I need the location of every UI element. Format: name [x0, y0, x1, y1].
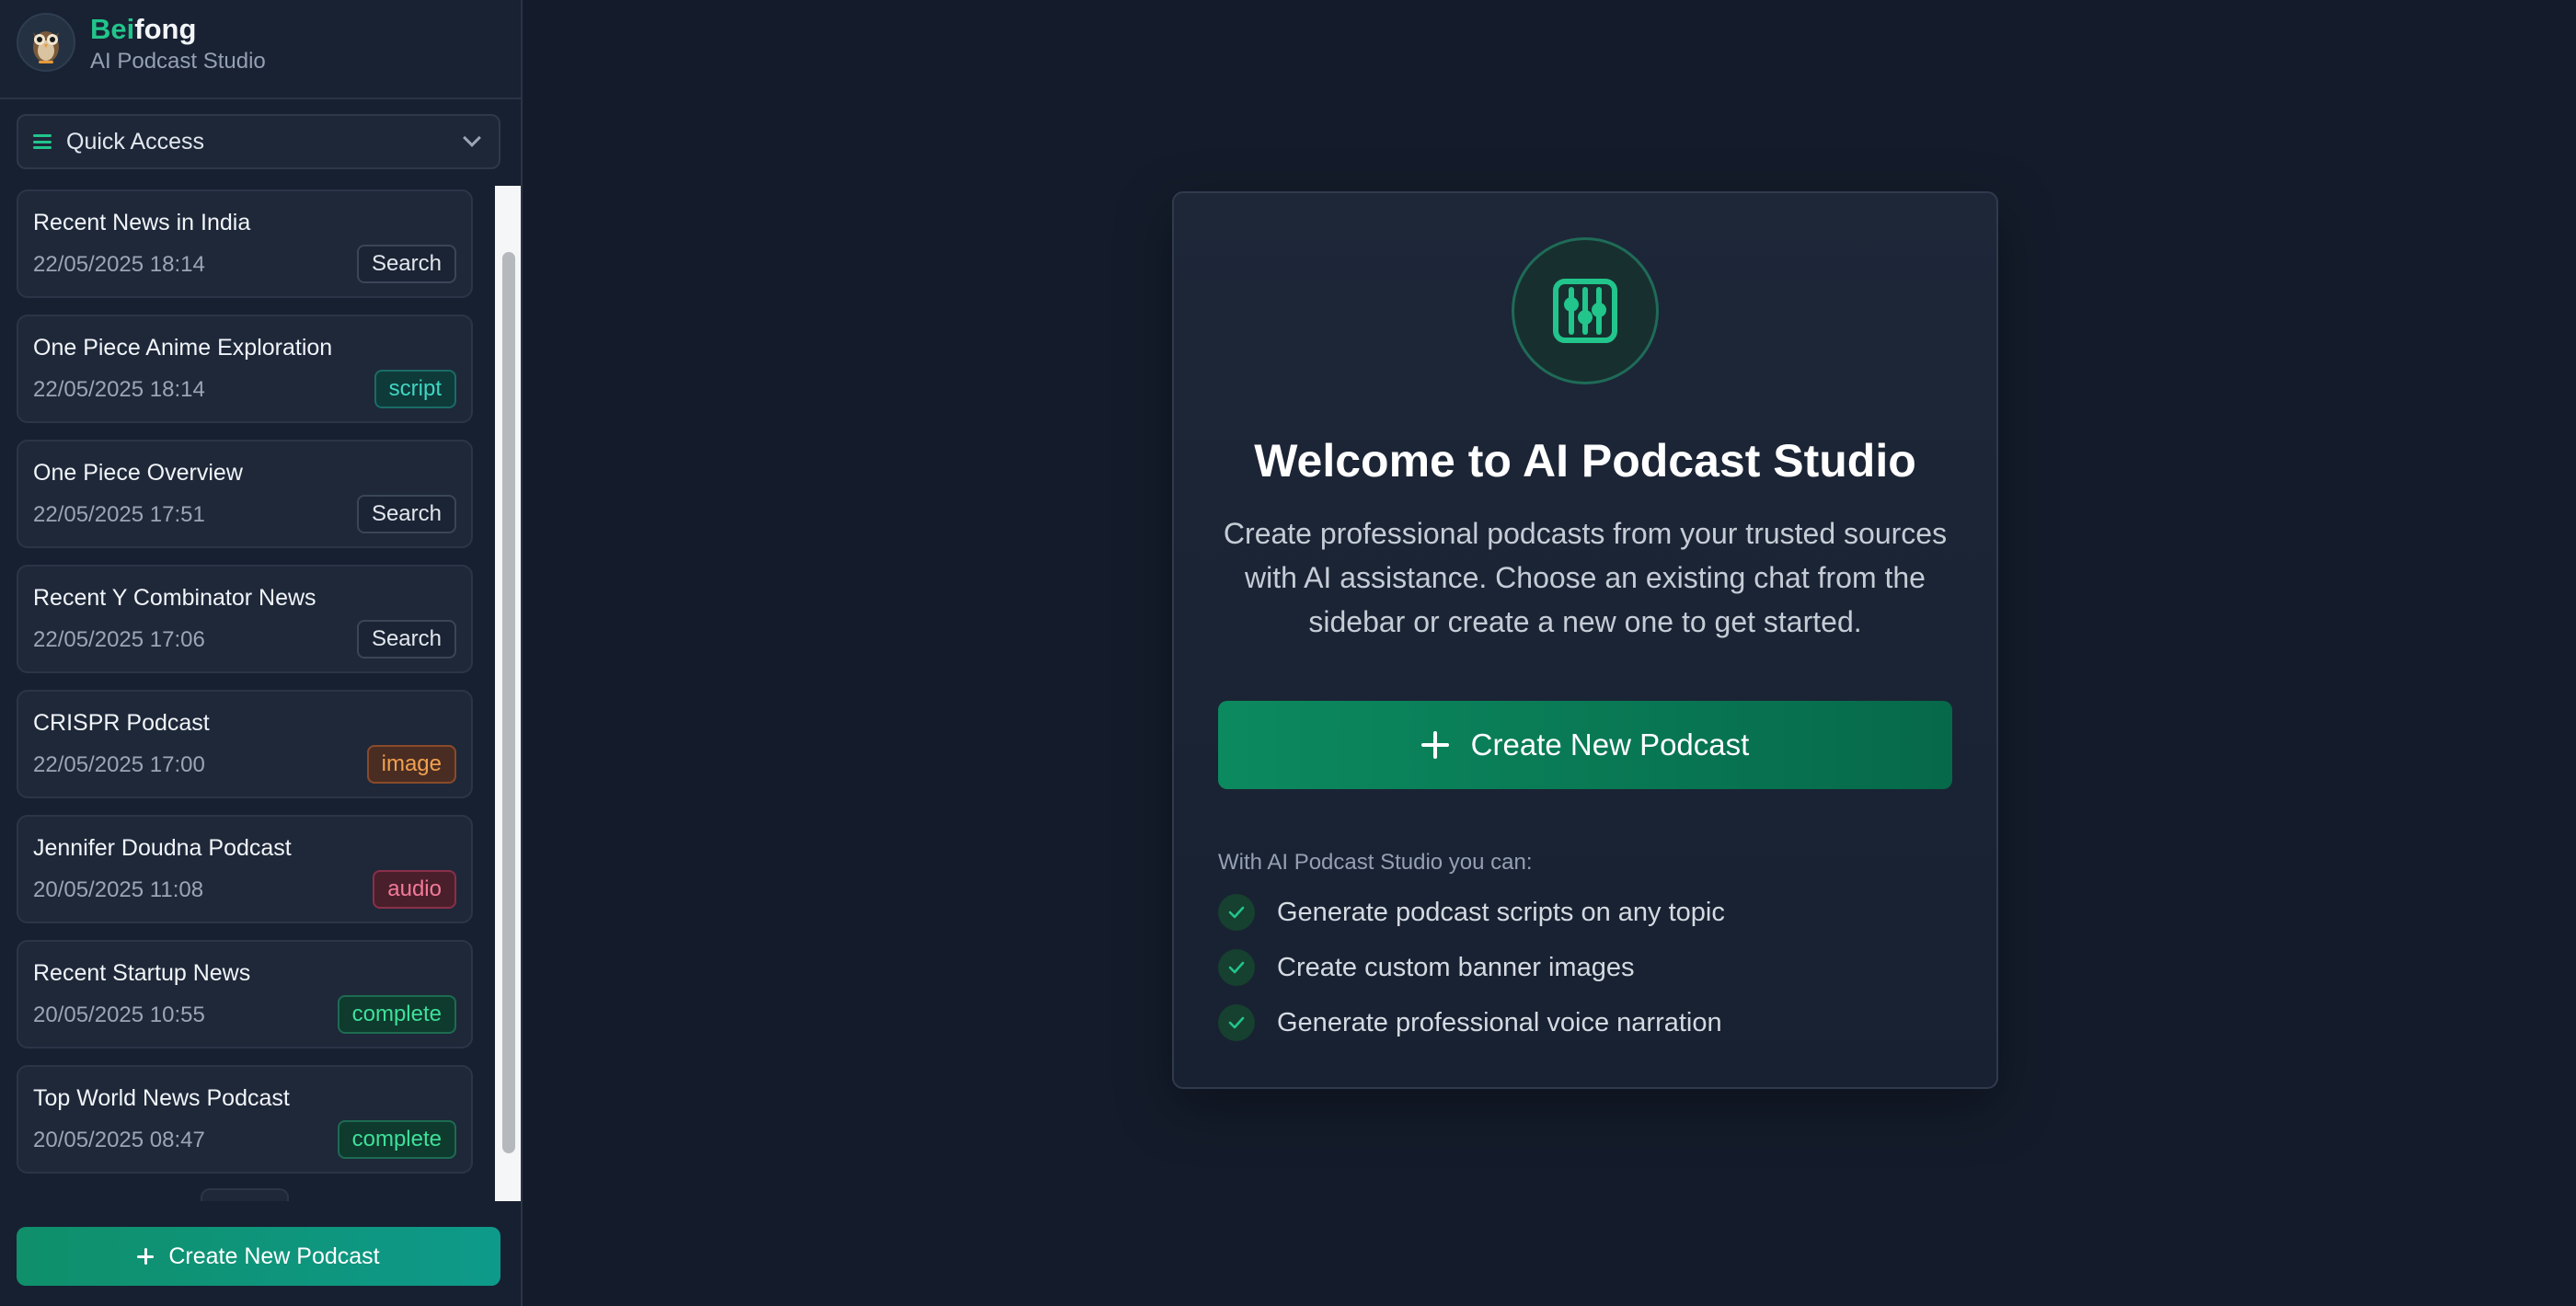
session-title: Jennifer Doudna Podcast: [33, 835, 292, 861]
status-badge: complete: [337, 995, 456, 1034]
quick-access-label: Quick Access: [66, 128, 205, 155]
check-icon: [1218, 1004, 1255, 1041]
check-icon: [1218, 894, 1255, 931]
session-date: 22/05/2025 18:14: [33, 252, 205, 277]
welcome-description: Create professional podcasts from your t…: [1223, 517, 1948, 638]
session-item[interactable]: Jennifer Doudna Podcast 20/05/2025 11:08 a…: [17, 815, 473, 923]
status-badge: audio: [373, 870, 456, 909]
create-new-podcast-button[interactable]: Create New Podcast: [1218, 701, 1952, 789]
sidebar-scrollbar-thumb[interactable]: [502, 252, 515, 1153]
session-list: Recent News in India 22/05/2025 18:14 Sear…: [17, 189, 473, 1190]
session-title: Recent Startup News: [33, 960, 251, 986]
session-item[interactable]: Recent Y Combinator News 22/05/2025 17:06…: [17, 565, 473, 673]
feature-item: Generate professional voice narration: [1218, 1004, 1952, 1041]
session-item[interactable]: Recent News in India 22/05/2025 18:14 Sear…: [17, 189, 473, 298]
feature-item: Create custom banner images: [1218, 949, 1952, 986]
check-icon: [1218, 949, 1255, 986]
status-badge: complete: [337, 1120, 456, 1159]
session-title: Recent News in India: [33, 210, 251, 235]
brand-name: Beifong: [90, 13, 196, 46]
sliders-icon: [1512, 237, 1659, 384]
owl-icon: [17, 13, 75, 72]
sidebar-create-podcast-label: Create New Podcast: [168, 1243, 380, 1269]
session-title: One Piece Overview: [33, 460, 243, 486]
feature-item: Generate podcast scripts on any topic: [1218, 894, 1952, 931]
brand-header: Beifong AI Podcast Studio: [0, 0, 521, 99]
plus-icon: [137, 1248, 155, 1265]
status-badge: Search: [356, 495, 456, 533]
sidebar-create-podcast-button[interactable]: Create New Podcast: [17, 1227, 500, 1286]
status-badge: Search: [356, 620, 456, 659]
session-date: 20/05/2025 10:55: [33, 1002, 205, 1027]
features-label: With AI Podcast Studio you can:: [1218, 850, 1533, 875]
app-root: Beifong AI Podcast Studio Quick Access R…: [0, 0, 2576, 1306]
brand-subtitle: AI Podcast Studio: [90, 49, 266, 74]
session-title: Top World News Podcast: [33, 1085, 290, 1111]
session-item[interactable]: Recent Startup News 20/05/2025 10:55 compl…: [17, 940, 473, 1048]
welcome-card: Welcome to AI Podcast Studio Create prof…: [1172, 191, 1998, 1089]
session-date: 22/05/2025 17:51: [33, 502, 205, 527]
status-badge: image: [366, 745, 456, 784]
status-badge: script: [374, 370, 456, 408]
brand-name-accent: Bei: [90, 13, 135, 45]
session-item[interactable]: CRISPR Podcast 22/05/2025 17:00 image: [17, 690, 473, 798]
session-title: CRISPR Podcast: [33, 710, 210, 736]
plus-icon: [1420, 731, 1449, 759]
list-overflow-item: [201, 1188, 289, 1201]
chevron-down-icon: [463, 129, 481, 147]
main-area: Welcome to AI Podcast Studio Create prof…: [523, 0, 2576, 1306]
session-item[interactable]: Top World News Podcast 20/05/2025 08:47 co…: [17, 1065, 473, 1174]
sidebar: Beifong AI Podcast Studio Quick Access R…: [0, 0, 523, 1306]
session-item[interactable]: One Piece Overview 22/05/2025 17:51 Search: [17, 440, 473, 548]
brand-name-rest: fong: [134, 13, 197, 45]
session-date: 20/05/2025 08:47: [33, 1128, 205, 1152]
feature-list: Generate podcast scripts on any topic Cre…: [1218, 894, 1952, 1060]
menu-icon: [33, 134, 52, 149]
status-badge: Search: [356, 245, 456, 283]
quick-access-dropdown[interactable]: Quick Access: [17, 114, 500, 169]
session-title: Recent Y Combinator News: [33, 585, 316, 611]
session-date: 22/05/2025 18:14: [33, 377, 205, 402]
welcome-title: Welcome to AI Podcast Studio: [1254, 435, 1916, 487]
feature-text: Create custom banner images: [1277, 952, 1635, 982]
session-title: One Piece Anime Exploration: [33, 335, 333, 361]
sidebar-scrollbar[interactable]: [495, 186, 521, 1201]
feature-text: Generate professional voice narration: [1277, 1007, 1722, 1037]
feature-text: Generate podcast scripts on any topic: [1277, 897, 1725, 927]
session-date: 22/05/2025 17:00: [33, 752, 205, 777]
create-new-podcast-label: Create New Podcast: [1470, 727, 1750, 762]
session-date: 20/05/2025 11:08: [33, 877, 204, 902]
session-date: 22/05/2025 17:06: [33, 627, 205, 652]
session-list-viewport: Recent News in India 22/05/2025 18:14 Sear…: [0, 186, 521, 1201]
session-item[interactable]: One Piece Anime Exploration 22/05/2025 18…: [17, 315, 473, 423]
